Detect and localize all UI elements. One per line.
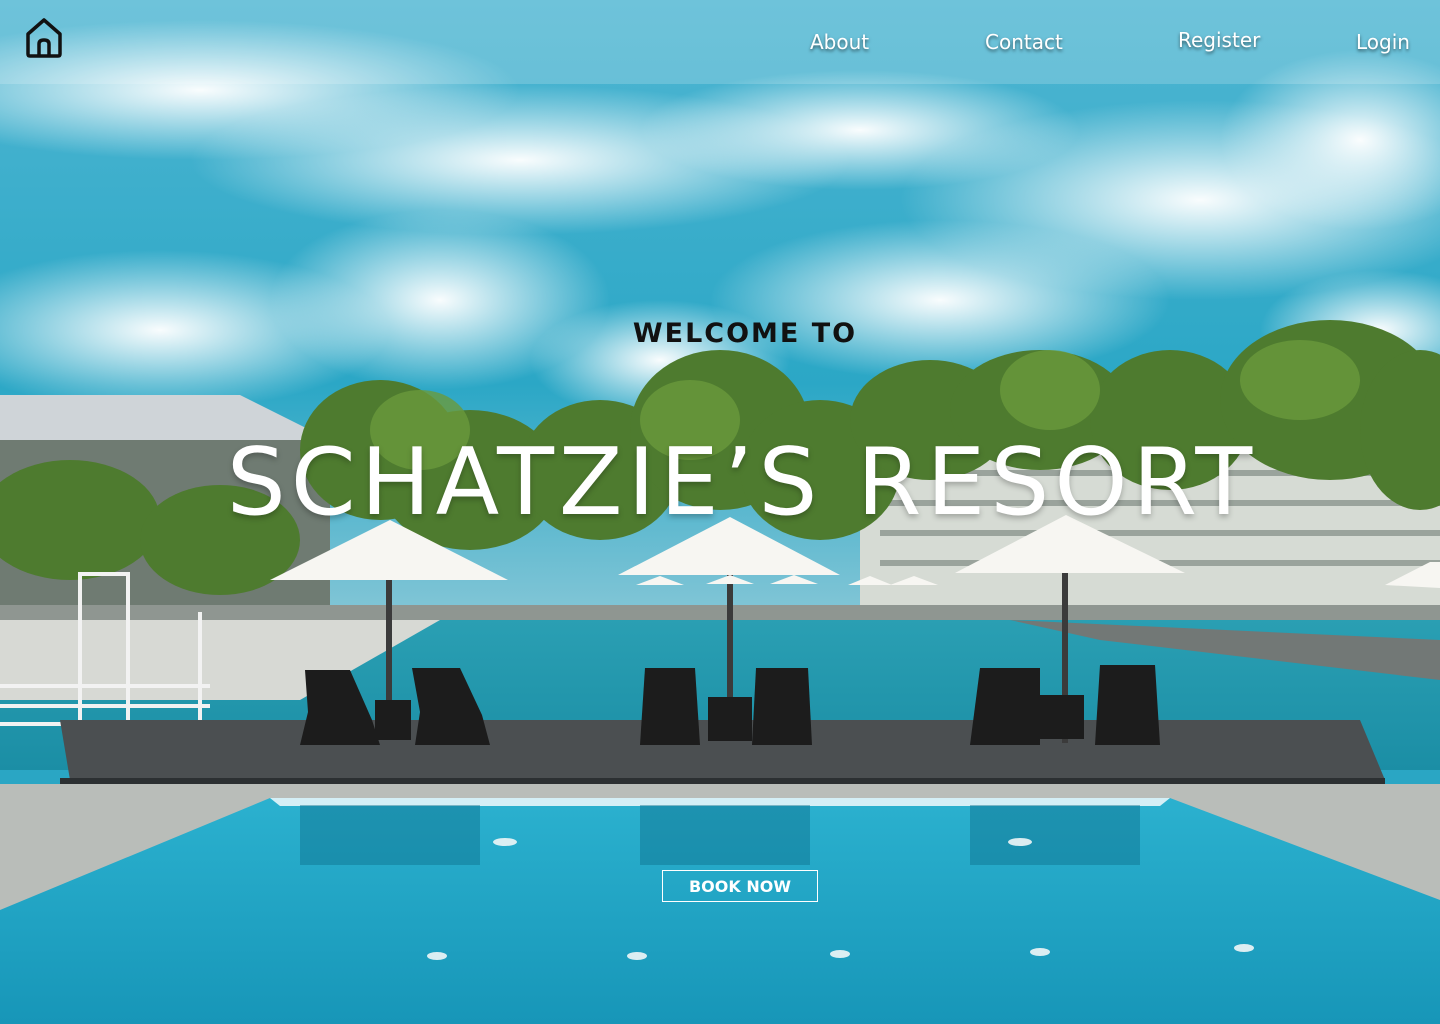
nav-link-about[interactable]: About [810, 30, 869, 54]
nav-link-register[interactable]: Register [1178, 28, 1260, 52]
top-nav-bar: About Contact Register Login [0, 0, 1440, 84]
welcome-heading: WELCOME TO [632, 318, 858, 349]
landing-page: About Contact Register Login WELCOME TO … [0, 0, 1440, 1024]
nav-link-contact[interactable]: Contact [985, 30, 1063, 54]
resort-title: SCHATZIE’S RESORT [226, 428, 1258, 536]
book-now-button[interactable]: BOOK NOW [662, 870, 818, 902]
nav-link-login[interactable]: Login [1356, 30, 1410, 54]
home-icon[interactable] [24, 16, 64, 58]
